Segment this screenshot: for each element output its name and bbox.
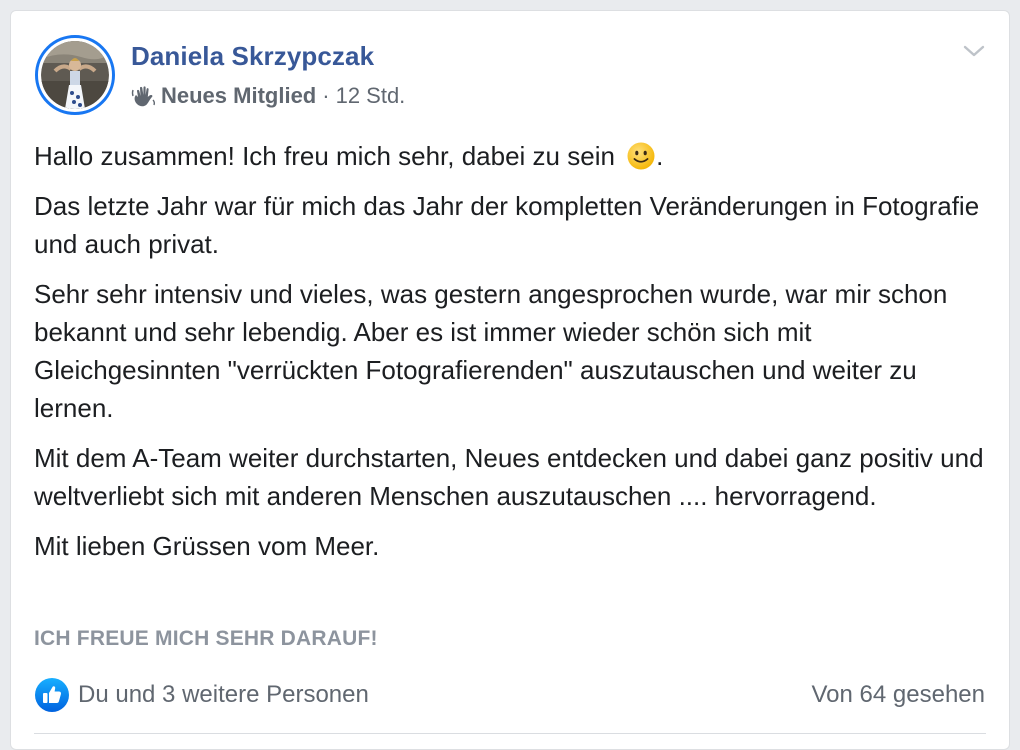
post-paragraph: Mit dem A-Team weiter durchstarten, Neue… xyxy=(34,443,984,511)
post-paragraph-end: . xyxy=(656,141,664,171)
post-footer: Du und 3 weitere Personen Von 64 gesehen xyxy=(34,675,985,715)
post-paragraph: Mit lieben Grüssen vom Meer. xyxy=(34,531,380,561)
divider xyxy=(34,733,986,734)
post-paragraph-text: Hallo zusammen! Ich freu mich sehr, dabe… xyxy=(34,141,615,171)
post-message: Hallo zusammen! Ich freu mich sehr, dabe… xyxy=(34,137,984,577)
reactions-summary[interactable]: Du und 3 weitere Personen xyxy=(34,677,369,713)
post-header: Daniela Skrzypczak Neues Mitglied · 12 S… xyxy=(11,11,1009,121)
waving-hand-icon xyxy=(131,86,156,107)
post-timestamp[interactable]: 12 Std. xyxy=(336,83,406,109)
meta-separator: · xyxy=(322,83,330,108)
post-paragraph: Das letzte Jahr war für mich das Jahr de… xyxy=(34,191,980,259)
slightly-smiling-face-icon xyxy=(627,142,655,170)
seen-by-count[interactable]: Von 64 gesehen xyxy=(812,681,986,709)
like-thumbs-up-icon xyxy=(35,678,69,712)
post-card: Daniela Skrzypczak Neues Mitglied · 12 S… xyxy=(10,10,1010,750)
avatar[interactable] xyxy=(35,35,115,115)
post-paragraph: Hallo zusammen! Ich freu mich sehr, dabe… xyxy=(34,137,984,175)
avatar-photo xyxy=(41,41,109,109)
author-name-link[interactable]: Daniela Skrzypczak xyxy=(131,41,374,72)
post-paragraph: Sehr sehr intensiv und vieles, was geste… xyxy=(34,279,948,423)
reactions-text[interactable]: Du und 3 weitere Personen xyxy=(78,681,369,709)
chevron-down-icon[interactable] xyxy=(961,41,987,61)
member-badge-label[interactable]: Neues Mitglied xyxy=(161,83,316,109)
intro-answer-label: ICH FREUE MICH SEHR DARAUF! xyxy=(34,627,378,650)
post-meta: Neues Mitglied · 12 Std. xyxy=(131,83,405,109)
